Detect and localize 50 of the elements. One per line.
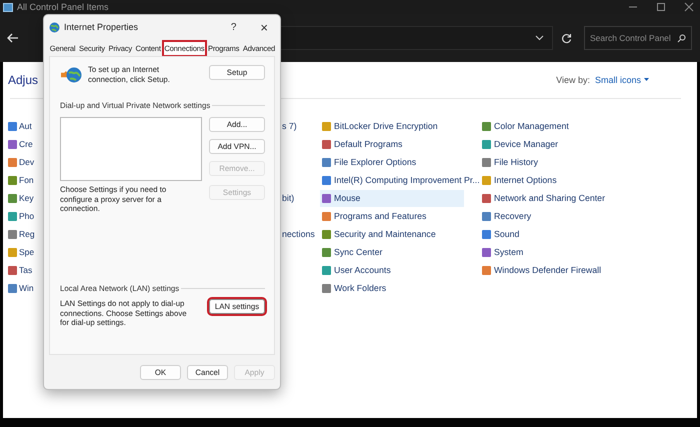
control-panel-item[interactable]: Dev xyxy=(8,154,34,170)
control-panel-item[interactable]: bit) xyxy=(282,193,294,203)
help-button[interactable]: ? xyxy=(224,22,242,32)
control-panel-item[interactable]: Sync Center xyxy=(320,244,384,260)
control-panel-item[interactable]: Work Folders xyxy=(320,280,388,296)
control-panel-item[interactable]: Security and Maintenance xyxy=(320,226,438,242)
view-by-dropdown[interactable]: Small icons xyxy=(594,75,649,85)
control-panel-item[interactable]: Pho xyxy=(8,208,34,224)
dialog-title: Internet Properties xyxy=(64,22,138,32)
control-panel-item[interactable]: File Explorer Options xyxy=(320,154,418,170)
control-panel-item[interactable]: Key xyxy=(8,190,34,206)
control-panel-item[interactable]: Spe xyxy=(8,244,34,260)
control-panel-item[interactable]: nections xyxy=(282,229,315,239)
view-by-label: View by: xyxy=(556,75,590,85)
page-heading: Adjus xyxy=(8,73,38,87)
globe-icon xyxy=(60,65,82,85)
control-panel-item[interactable]: Intel(R) Computing Improvement Pr... xyxy=(320,172,482,188)
maximize-icon[interactable] xyxy=(656,2,666,12)
control-panel-item[interactable]: Programs and Features xyxy=(320,208,428,224)
control-panel-item[interactable]: System xyxy=(480,244,526,260)
window-title: All Control Panel Items xyxy=(17,2,109,12)
control-panel-icon xyxy=(3,2,13,12)
control-panel-item[interactable]: Reg xyxy=(8,226,35,242)
control-panel-item[interactable]: Network and Sharing Center xyxy=(480,190,607,206)
refresh-icon[interactable] xyxy=(561,32,572,44)
control-panel-item[interactable]: Mouse xyxy=(320,190,464,206)
control-panel-item[interactable]: Color Management xyxy=(480,118,571,134)
control-panel-item[interactable]: Windows Defender Firewall xyxy=(480,262,604,278)
control-panel-item[interactable]: Device Manager xyxy=(480,136,560,152)
control-panel-item[interactable]: User Accounts xyxy=(320,262,393,278)
search-field[interactable]: Search Control Panel xyxy=(584,26,692,50)
control-panel-item[interactable]: Fon xyxy=(8,172,34,188)
control-panel-item[interactable]: Recovery xyxy=(480,208,534,224)
close-button[interactable]: × xyxy=(254,20,274,34)
control-panel-item[interactable]: BitLocker Drive Encryption xyxy=(320,118,440,134)
globe-icon xyxy=(49,22,60,32)
control-panel-item[interactable]: s 7) xyxy=(282,121,297,131)
chevron-down-icon[interactable] xyxy=(535,35,544,41)
control-panel-item[interactable]: File History xyxy=(480,154,540,170)
control-panel-item[interactable]: Sound xyxy=(480,226,522,242)
control-panel-item[interactable]: Tas xyxy=(8,262,32,278)
control-panel-item[interactable]: Cre xyxy=(8,136,33,152)
caret-icon xyxy=(644,78,649,82)
search-icon xyxy=(677,34,686,43)
control-panel-item[interactable]: Default Programs xyxy=(320,136,404,152)
control-panel-item[interactable]: Internet Options xyxy=(480,172,559,188)
control-panel-item[interactable]: Win xyxy=(8,280,34,296)
close-icon[interactable] xyxy=(684,2,694,12)
back-arrow-icon[interactable] xyxy=(7,33,19,43)
control-panel-item[interactable]: Aut xyxy=(8,118,32,134)
